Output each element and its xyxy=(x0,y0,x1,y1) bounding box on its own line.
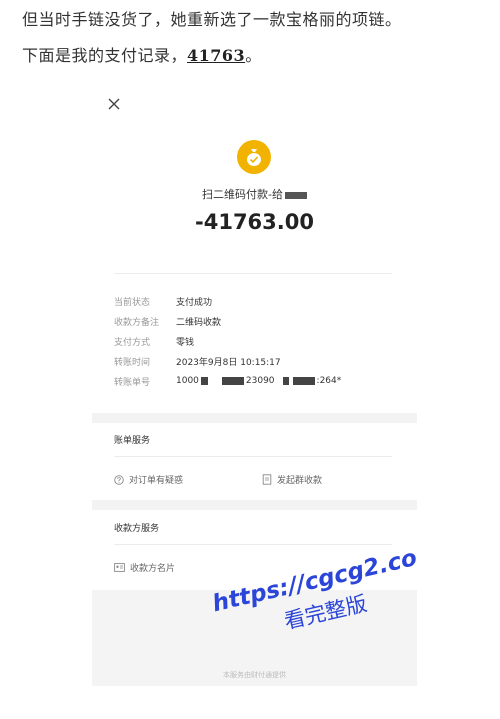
section-gap xyxy=(92,500,417,510)
action-label: 发起群收款 xyxy=(277,476,323,486)
divider xyxy=(114,273,392,274)
line2-prefix: 下面是我的支付记录， xyxy=(22,46,188,65)
order-part-3: :264* xyxy=(316,376,342,386)
detail-row-method: 支付方式 零钱 xyxy=(114,331,404,351)
payee-services-title: 收款方服务 xyxy=(114,524,160,534)
question-circle-icon xyxy=(114,474,124,485)
section-gap xyxy=(92,413,417,423)
close-icon[interactable] xyxy=(104,93,124,113)
payment-title-text: 扫二维码付款-给 xyxy=(202,188,283,201)
redaction xyxy=(292,376,315,385)
detail-row-status: 当前状态 支付成功 xyxy=(114,291,404,311)
detail-value: 支付成功 xyxy=(176,297,213,308)
detail-row-note: 收款方备注 二维码收款 xyxy=(114,311,404,331)
order-question-action[interactable]: 对订单有疑惑 xyxy=(114,473,183,486)
detail-key: 转账单号 xyxy=(114,377,151,388)
detail-list: 当前状态 支付成功 收款方备注 二维码收款 支付方式 零钱 转账时间 2023年… xyxy=(114,291,404,391)
payment-title: 扫二维码付款-给 xyxy=(92,186,417,202)
divider xyxy=(114,544,392,545)
detail-row-time: 转账时间 2023年9月8日 10:15:17 xyxy=(114,351,404,371)
group-receipt-icon xyxy=(262,474,272,485)
payee-card-action[interactable]: 收款方名片 xyxy=(114,561,175,574)
divider xyxy=(114,456,392,457)
detail-row-order-number: 转账单号 1000 23090 :264* xyxy=(114,371,404,391)
detail-key: 收款方备注 xyxy=(114,317,160,328)
amount-link[interactable]: 41763 xyxy=(187,46,245,65)
money-bag-icon xyxy=(237,140,271,174)
action-label: 对订单有疑惑 xyxy=(129,476,184,486)
article-line-1: 但当时手链没货了，她重新选了一款宝格丽的项链。 xyxy=(22,10,402,29)
billing-services-title: 账单服务 xyxy=(114,436,151,446)
detail-key: 转账时间 xyxy=(114,357,151,368)
order-part-2: 23090 xyxy=(245,376,275,386)
redaction xyxy=(221,376,244,385)
redacted-payee xyxy=(284,191,307,199)
order-number-value: 1000 23090 :264* xyxy=(176,376,341,386)
redaction xyxy=(200,376,208,385)
detail-value: 二维码收款 xyxy=(176,317,222,328)
redaction xyxy=(282,376,289,385)
detail-value: 2023年9月8日 10:15:17 xyxy=(176,357,281,368)
detail-key: 支付方式 xyxy=(114,337,151,348)
article-line-2: 下面是我的支付记录，41763。 xyxy=(22,42,262,66)
order-part-1: 1000 xyxy=(176,376,199,386)
group-receipt-action[interactable]: 发起群收款 xyxy=(262,473,322,486)
detail-value: 零钱 xyxy=(176,337,195,348)
action-label: 收款方名片 xyxy=(130,564,176,574)
business-card-icon xyxy=(114,563,125,572)
detail-key: 当前状态 xyxy=(114,297,151,308)
payment-amount: -41763.00 xyxy=(195,210,314,234)
line2-suffix: 。 xyxy=(245,46,262,65)
